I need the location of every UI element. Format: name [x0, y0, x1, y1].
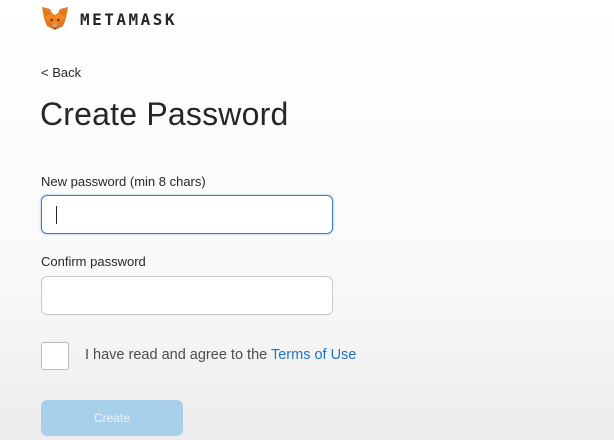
text-caret	[56, 206, 57, 224]
terms-agreement: I have read and agree to the Terms of Us…	[85, 347, 356, 363]
header: METAMASK	[41, 6, 177, 32]
terms-of-use-link[interactable]: Terms of Use	[271, 347, 356, 363]
terms-agreement-text: I have read and agree to the	[85, 347, 271, 363]
terms-checkbox[interactable]	[41, 342, 69, 370]
new-password-input[interactable]	[41, 195, 333, 234]
create-password-page: METAMASK < Back Create Password New pass…	[0, 0, 614, 440]
brand-name: METAMASK	[80, 9, 178, 29]
back-link[interactable]: < Back	[41, 65, 81, 80]
confirm-password-input[interactable]	[41, 276, 333, 315]
new-password-label: New password (min 8 chars)	[41, 174, 206, 189]
create-button[interactable]: Create	[41, 400, 183, 436]
metamask-fox-icon	[42, 7, 68, 30]
confirm-password-label: Confirm password	[41, 254, 146, 269]
page-title: Create Password	[40, 96, 289, 132]
